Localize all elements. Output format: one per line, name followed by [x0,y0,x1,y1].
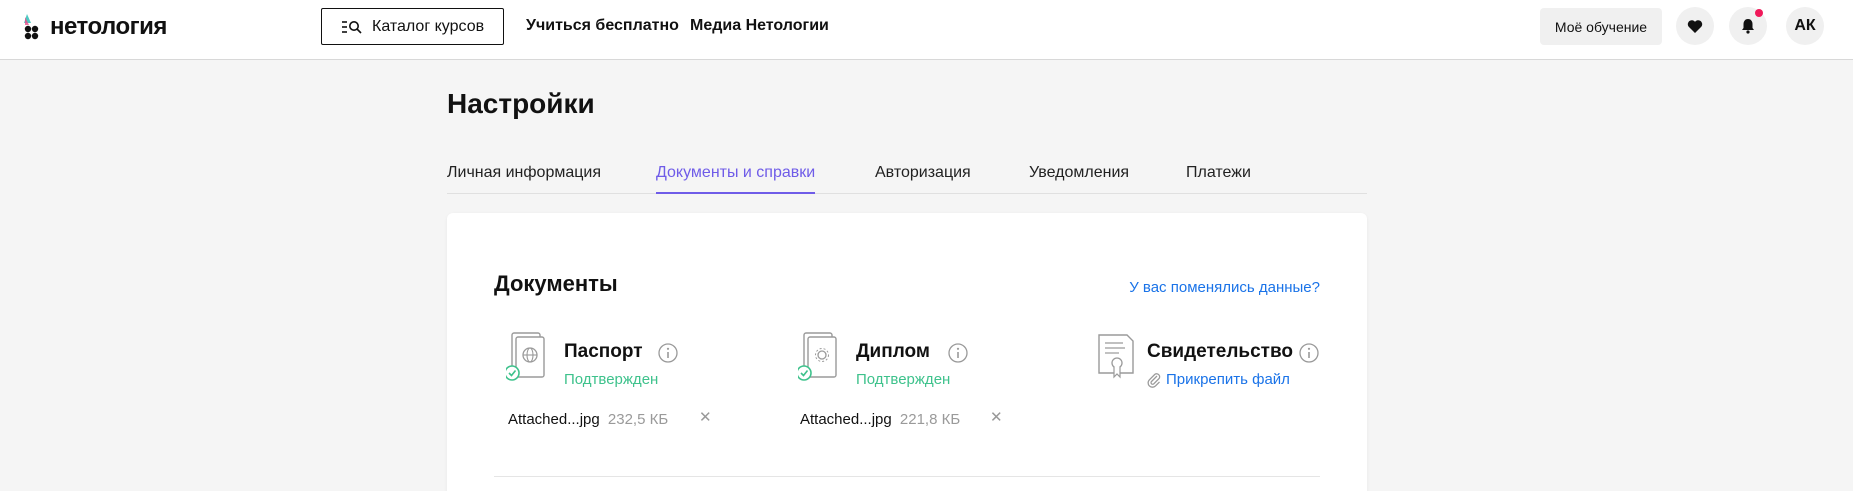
attach-file-label: Прикрепить файл [1166,371,1290,388]
my-learning-button[interactable]: Моё обучение [1540,8,1662,45]
document-status: Подтвержден [856,371,951,388]
page-title: Настройки [447,88,595,119]
tab-notifications[interactable]: Уведомления [1029,164,1129,194]
nav-link-media[interactable]: Медиа Нетологии [690,17,829,35]
attach-file-link[interactable]: Прикрепить файл [1147,371,1290,388]
avatar-initials: АК [1794,17,1816,34]
heart-icon [1687,19,1703,33]
notification-dot [1755,9,1763,17]
card-divider [494,476,1320,477]
data-changed-link[interactable]: У вас поменялись данные? [1129,279,1320,296]
tab-payments[interactable]: Платежи [1186,164,1251,194]
favorites-button[interactable] [1676,7,1714,45]
certificate-icon [1098,334,1134,379]
document-name: Паспорт [564,341,643,362]
documents-card: Документы У вас поменялись данные? Паспо… [447,213,1367,491]
file-size: 221,8 КБ [899,411,961,428]
bell-icon [1742,19,1754,34]
remove-file-icon[interactable]: ✕ [990,408,1003,426]
document-name: Свидетельство [1147,341,1293,362]
remove-file-icon[interactable]: ✕ [699,408,712,426]
file-name: Attached...jpg [508,411,600,428]
info-icon[interactable] [948,343,968,363]
attached-file[interactable]: Attached...jpg 221,8 КБ [800,411,960,428]
tab-documents[interactable]: Документы и справки [656,164,816,194]
diploma-icon [798,332,837,381]
nav-link-free-learning[interactable]: Учиться бесплатно [526,17,679,35]
file-name: Attached...jpg [800,411,892,428]
info-icon[interactable] [658,343,678,363]
info-icon[interactable] [1299,343,1319,363]
netology-logo[interactable]: нетология [24,13,167,41]
attached-file[interactable]: Attached...jpg 232,5 КБ [508,411,668,428]
logo-mark-icon [24,14,44,40]
catalog-button[interactable]: Каталог курсов [321,8,504,45]
top-header: нетология Каталог курсов Учиться бесплат… [0,0,1853,60]
settings-tabs: Личная информация Документы и справки Ав… [447,160,1367,194]
catalog-label: Каталог курсов [372,17,485,35]
notifications-button[interactable] [1729,7,1767,45]
document-name: Диплом [856,341,930,362]
passport-icon [506,332,545,381]
document-status: Подтвержден [564,371,659,388]
tab-authorization[interactable]: Авторизация [875,164,971,194]
documents-title: Документы [494,271,618,296]
tab-personal-info[interactable]: Личная информация [447,164,601,194]
catalog-search-icon [342,20,362,34]
file-size: 232,5 КБ [607,411,669,428]
paperclip-icon [1147,372,1161,388]
logo-text: нетология [50,13,167,40]
avatar[interactable]: АК [1786,7,1824,45]
